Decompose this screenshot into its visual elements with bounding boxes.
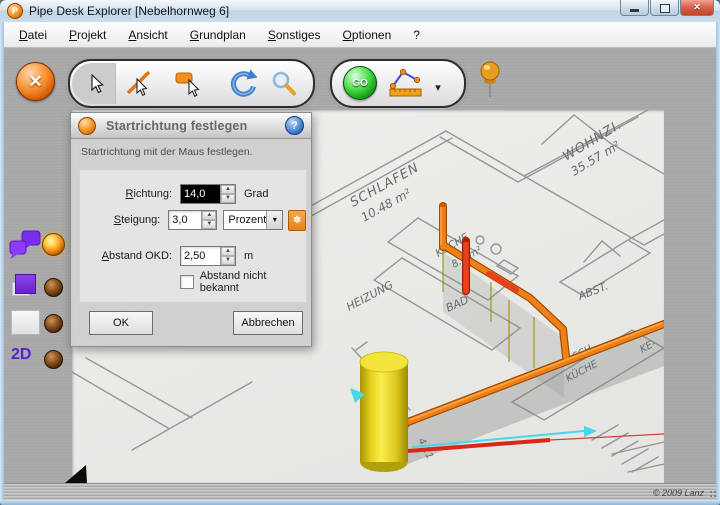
draw-line-cursor-icon	[125, 70, 155, 98]
minimize-icon	[630, 9, 639, 12]
menu-item-help[interactable]: ?	[413, 28, 420, 42]
measure-tool-button[interactable]	[384, 67, 428, 99]
mode-2d-indicator-led[interactable]	[44, 350, 63, 369]
menu-item-projekt[interactable]: Projekt	[69, 28, 106, 42]
abstand-value[interactable]: 2,50	[181, 247, 220, 265]
layer-indicator-led[interactable]	[44, 278, 63, 297]
steigung-unit-dropdown[interactable]: Prozent ▼	[223, 210, 283, 230]
room-label-heizung: HEIZUNG	[344, 278, 395, 313]
room-label-abstellraum: ABST.	[575, 280, 610, 304]
mouse-cursor	[64, 464, 90, 486]
abstand-spin-up[interactable]: ▲	[221, 247, 235, 256]
notes-indicator-led[interactable]	[42, 233, 65, 256]
background-toggle-button[interactable]	[11, 310, 40, 335]
dialog-title: Startrichtung festlegen	[106, 119, 285, 133]
steigung-spin-up[interactable]: ▲	[202, 211, 216, 220]
close-button[interactable]: ✕	[680, 0, 714, 16]
close-icon: ✕	[693, 2, 701, 13]
window-title: Pipe Desk Explorer [Nebelhornweg 6]	[29, 4, 229, 18]
restore-icon	[660, 4, 670, 13]
steigung-label: Steigung:	[80, 214, 160, 226]
measure-icon	[386, 67, 426, 99]
go-sphere: GO	[343, 66, 377, 100]
mode-2d-button[interactable]: 2D	[11, 346, 31, 364]
chevron-down-icon: ▾	[435, 81, 441, 94]
richtung-spinner[interactable]: 14,0 ▲▼	[180, 184, 236, 204]
abstand-label: Abstand OKD:	[80, 250, 172, 262]
steigung-spin-down[interactable]: ▼	[202, 220, 216, 229]
draw-pipe-tool-button[interactable]	[120, 68, 160, 100]
pin-toolbar-button[interactable]	[478, 60, 502, 107]
startrichtung-dialog: Startrichtung festlegen ? Startrichtung …	[70, 112, 312, 347]
steigung-unit-selected: Prozent	[224, 211, 266, 229]
abstand-unknown-label: Abstand nicht bekannt	[200, 270, 306, 294]
cancel-button[interactable]: Abbrechen	[233, 311, 303, 335]
steigung-options-button[interactable]: ✽	[288, 210, 306, 231]
abstand-unknown-checkbox[interactable]	[180, 275, 194, 289]
app-logo-icon: P	[7, 3, 23, 19]
layer-front-square	[15, 274, 36, 294]
restore-button[interactable]	[650, 0, 679, 16]
dialog-subtitle: Startrichtung mit der Maus festlegen.	[81, 146, 253, 158]
ok-button[interactable]: OK	[89, 311, 153, 335]
dialog-header: Startrichtung festlegen ?	[71, 113, 311, 139]
menu-bar: Datei Projekt Ansicht Grundplan Sonstige…	[1, 22, 719, 48]
chevron-down-icon: ▼	[266, 211, 282, 229]
magnifier-icon	[270, 70, 298, 98]
tool-group-edit	[68, 59, 315, 108]
shaft-cylinder[interactable]	[360, 352, 408, 472]
menu-item-sonstiges[interactable]: Sonstiges	[268, 28, 321, 42]
richtung-spin-down[interactable]: ▼	[221, 194, 235, 203]
branch-shadow	[443, 252, 564, 398]
menu-item-datei[interactable]: Datei	[19, 28, 47, 42]
title-bar[interactable]: P Pipe Desk Explorer [Nebelhornweg 6] ✕	[0, 0, 720, 23]
pointer-icon	[87, 74, 105, 94]
draw-object-tool-button[interactable]	[170, 68, 210, 100]
menu-item-ansicht[interactable]: Ansicht	[128, 28, 167, 42]
draw-rect-cursor-icon	[175, 70, 205, 98]
go-button[interactable]: GO	[340, 67, 380, 99]
window-border-right	[716, 22, 720, 500]
menu-item-grundplan[interactable]: Grundplan	[190, 28, 246, 42]
rotate-view-tool-button[interactable]	[222, 68, 262, 100]
notes-toggle-button[interactable]	[8, 228, 44, 258]
speech-bubbles-icon	[8, 228, 44, 260]
window-border-left	[0, 22, 4, 500]
menu-item-optionen[interactable]: Optionen	[343, 28, 392, 42]
dialog-fields-panel: Richtung: 14,0 ▲▼ Grad Steigung: 3,0 ▲▼ …	[79, 169, 307, 303]
richtung-spin-up[interactable]: ▲	[221, 185, 235, 194]
abstand-spin-down[interactable]: ▼	[221, 256, 235, 265]
minimize-button[interactable]	[620, 0, 649, 16]
pushpin-icon	[478, 60, 502, 102]
copyright-text: © 2009 Lanz	[653, 488, 704, 498]
rotate-icon	[226, 69, 258, 99]
background-indicator-led[interactable]	[44, 314, 63, 333]
status-bar: © 2009 Lanz	[0, 483, 720, 501]
cancel-tool-button[interactable]: ✕	[16, 62, 55, 101]
richtung-unit: Grad	[244, 188, 268, 200]
app-window: P Pipe Desk Explorer [Nebelhornweg 6] ✕ …	[0, 0, 720, 505]
tool-group-run: GO ▾	[330, 59, 466, 108]
steigung-spinner[interactable]: 3,0 ▲▼	[168, 210, 217, 230]
richtung-value[interactable]: 14,0	[181, 185, 220, 203]
select-tool-button[interactable]	[76, 68, 116, 100]
richtung-label: Richtung:	[80, 188, 172, 200]
x-icon: ✕	[28, 72, 42, 92]
abstand-spinner[interactable]: 2,50 ▲▼	[180, 246, 236, 266]
window-border-bottom	[0, 500, 720, 505]
steigung-value[interactable]: 3,0	[169, 211, 201, 229]
help-button[interactable]: ?	[285, 116, 304, 135]
dialog-orb-icon	[78, 117, 96, 135]
abstand-unit: m	[244, 250, 253, 262]
measure-dropdown-button[interactable]: ▾	[428, 71, 448, 103]
zoom-tool-button[interactable]	[264, 68, 304, 100]
layer-toggle-button[interactable]	[12, 274, 36, 296]
